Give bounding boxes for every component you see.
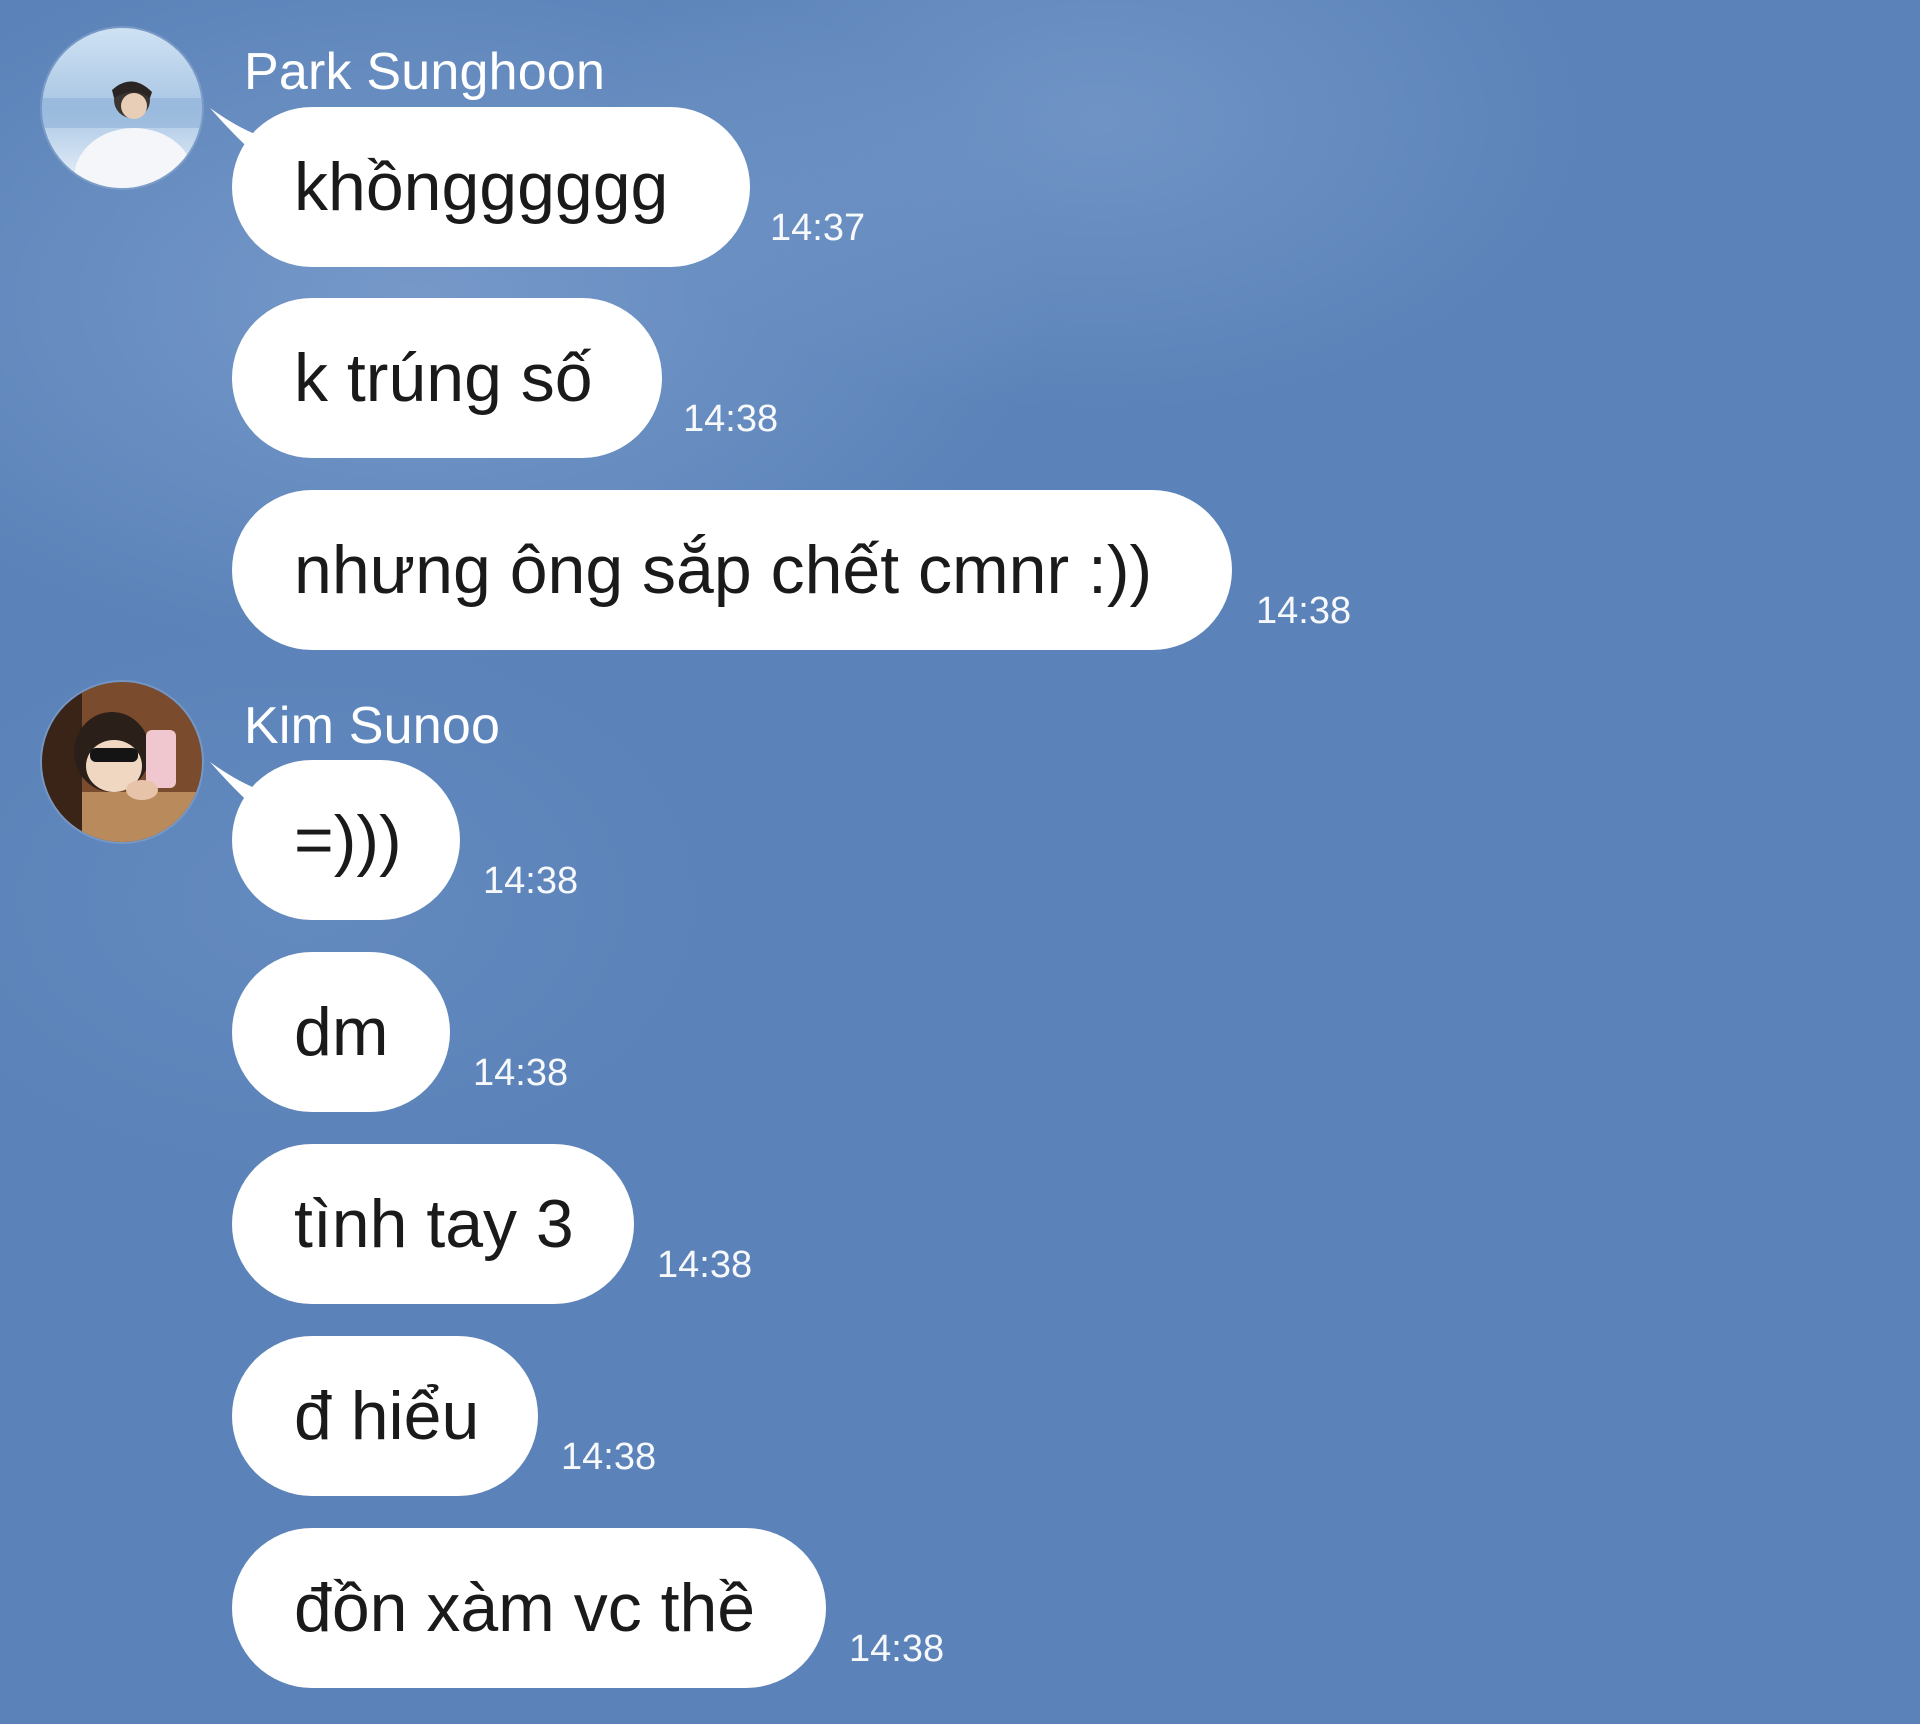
message-timestamp: 14:38 — [1256, 590, 1352, 632]
message-text: tình tay 3 — [294, 1186, 574, 1262]
profile-photo-icon — [42, 28, 202, 188]
message-text: nhưng ông sắp chết cmnr :)) — [294, 532, 1153, 608]
message-text: đồn xàm vc thề — [294, 1570, 756, 1646]
avatar-kim-sunoo[interactable] — [42, 682, 202, 842]
message-timestamp: 14:37 — [770, 207, 866, 249]
message-bubble[interactable]: đồn xàm vc thề — [232, 1528, 826, 1688]
sender-name: Kim Sunoo — [244, 697, 501, 755]
message-timestamp: 14:38 — [561, 1436, 657, 1478]
message-text: đ hiểu — [294, 1378, 480, 1454]
message-timestamp: 14:38 — [483, 860, 579, 902]
message-bubble[interactable]: dm — [232, 952, 450, 1112]
message-timestamp: 14:38 — [473, 1052, 569, 1094]
message-bubble[interactable]: =))) — [232, 760, 460, 920]
message-bubble[interactable]: k trúng số — [232, 298, 662, 458]
message-text: khồngggggg — [294, 149, 669, 225]
message-bubble[interactable]: tình tay 3 — [232, 1144, 634, 1304]
profile-photo-icon — [42, 682, 202, 842]
message-bubble[interactable]: nhưng ông sắp chết cmnr :)) — [232, 490, 1232, 650]
message-bubble[interactable]: khồngggggg — [232, 107, 750, 267]
message-timestamp: 14:38 — [849, 1628, 945, 1670]
message-bubble[interactable]: đ hiểu — [232, 1336, 538, 1496]
message-timestamp: 14:38 — [683, 398, 779, 440]
message-text: dm — [294, 994, 389, 1070]
sender-name: Park Sunghoon — [244, 43, 606, 101]
message-text: k trúng số — [294, 340, 593, 416]
message-text: =))) — [294, 802, 402, 878]
message-timestamp: 14:38 — [657, 1244, 753, 1286]
avatar-park-sunghoon[interactable] — [42, 28, 202, 188]
